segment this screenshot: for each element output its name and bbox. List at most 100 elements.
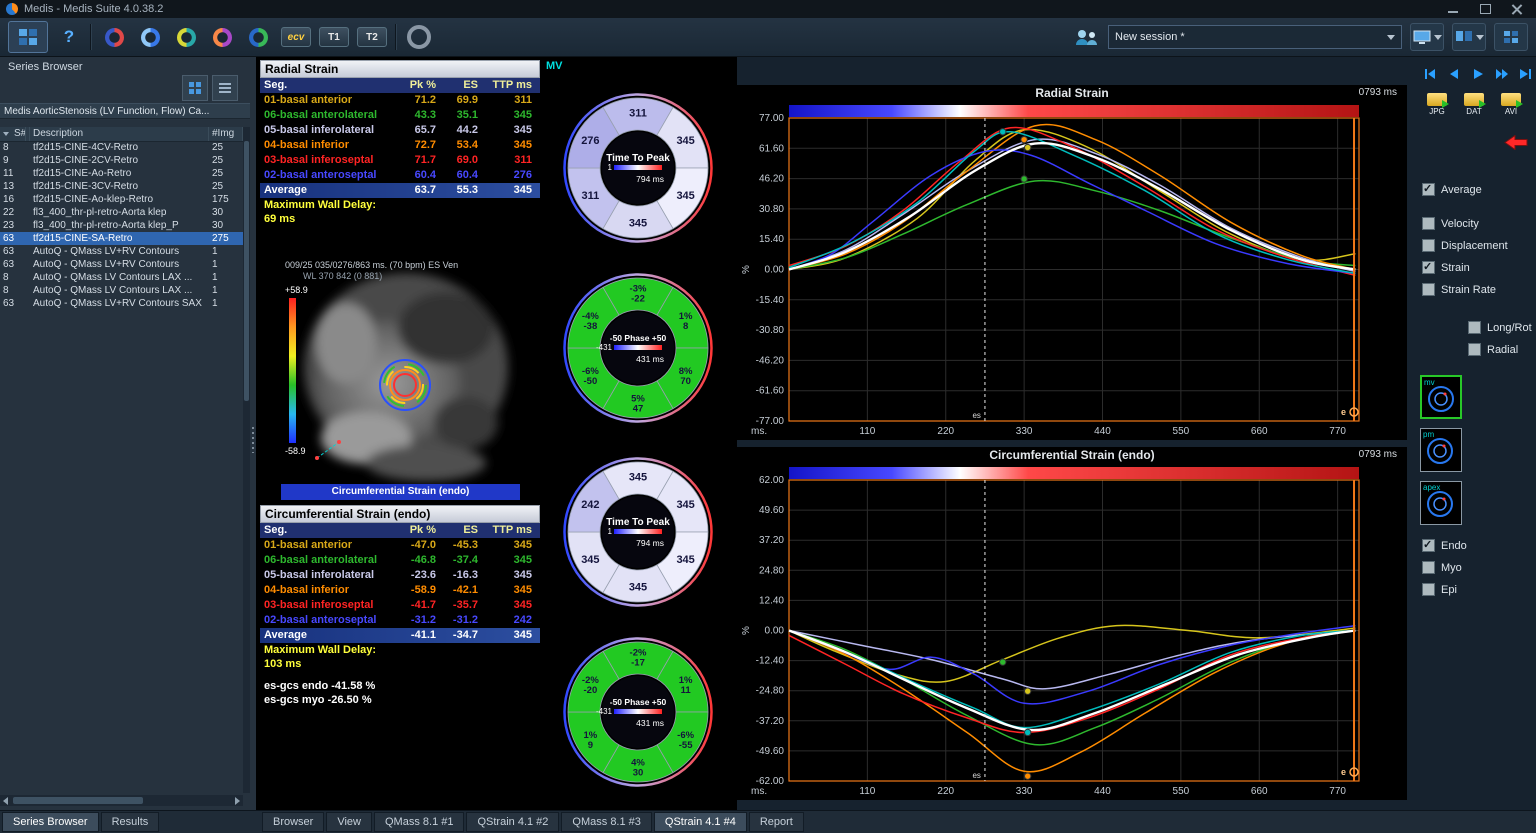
- column-img-count: #Img: [209, 127, 243, 141]
- series-row[interactable]: 11tf2d15-CINE-Ao-Retro25: [0, 167, 243, 180]
- series-row[interactable]: 16tf2d15-CINE-Ao-klep-Retro175: [0, 193, 243, 206]
- tab-qstrain-4-1-2[interactable]: QStrain 4.1 #2: [466, 812, 559, 832]
- checkbox-long-rot[interactable]: Long/Rot: [1468, 321, 1532, 334]
- app-icon-t2[interactable]: T2: [357, 27, 387, 47]
- tab-series-browser[interactable]: Series Browser: [2, 812, 99, 832]
- scrollbar-thumb[interactable]: [244, 141, 249, 401]
- strain-row: 03-basal inferoseptal-41.7-35.7345: [260, 598, 540, 613]
- series-row[interactable]: 63AutoQ - QMass LV+RV Contours1: [0, 258, 243, 271]
- series-row[interactable]: 63AutoQ - QMass LV+RV Contours SAX1: [0, 297, 243, 310]
- help-button[interactable]: ?: [56, 27, 82, 47]
- tab-report[interactable]: Report: [749, 812, 804, 832]
- checkbox-velocity[interactable]: Velocity: [1422, 217, 1508, 230]
- app-icon-5[interactable]: [243, 23, 273, 51]
- play-button[interactable]: [1468, 65, 1488, 83]
- app-icon-3[interactable]: [171, 23, 201, 51]
- chart-plot[interactable]: 62.0049.6037.2024.8012.400.00-12.40-24.8…: [737, 464, 1407, 799]
- checkbox-endo[interactable]: Endo: [1422, 539, 1467, 552]
- study-header[interactable]: Medis AorticStenosis (LV Function, Flow)…: [0, 103, 250, 119]
- strain-row: 04-basal inferior-58.9-42.1345: [260, 583, 540, 598]
- first-frame-button[interactable]: [1420, 65, 1440, 83]
- svg-text:794 ms: 794 ms: [636, 174, 664, 184]
- mri-viewport[interactable]: 009/25 035/0276/863 ms. (70 bpm) ES Ven …: [281, 258, 520, 500]
- thumbnail-view-button[interactable]: [182, 75, 208, 101]
- last-frame-button[interactable]: [1516, 65, 1536, 83]
- checkbox-myo[interactable]: Myo: [1422, 561, 1467, 574]
- series-row[interactable]: 22fl3_400_thr-pl-retro-Aorta klep30: [0, 206, 243, 219]
- scrollbar-track[interactable]: [11, 796, 232, 805]
- horizontal-scrollbar[interactable]: [0, 795, 243, 806]
- session-dropdown[interactable]: New session *: [1108, 25, 1402, 49]
- vertical-scrollbar[interactable]: [243, 127, 250, 793]
- checkbox-strain[interactable]: Strain: [1422, 261, 1508, 274]
- checkbox-radial[interactable]: Radial: [1468, 343, 1532, 356]
- level-thumbnail-apex[interactable]: apex: [1420, 481, 1462, 525]
- export-avi-button[interactable]: AVI: [1496, 93, 1526, 116]
- series-row[interactable]: 63AutoQ - QMass LV+RV Contours1: [0, 245, 243, 258]
- grid-icon: [1503, 30, 1519, 44]
- circumferential-strain-chart[interactable]: Circumferential Strain (endo) 0793 ms 62…: [737, 447, 1407, 800]
- session-users-icon[interactable]: [1074, 28, 1100, 46]
- series-row[interactable]: 8tf2d15-CINE-4CV-Retro25: [0, 141, 243, 154]
- tab-qmass-8-1-1[interactable]: QMass 8.1 #1: [374, 812, 464, 832]
- grid-layout-button[interactable]: [1494, 23, 1528, 51]
- radial-strain-chart[interactable]: Radial Strain 0793 ms 77.0061.6046.2030.…: [737, 85, 1407, 440]
- series-row[interactable]: 23fl3_400_thr-pl-retro-Aorta klep_P30: [0, 219, 243, 232]
- tab-results[interactable]: Results: [101, 812, 160, 832]
- svg-text:47: 47: [633, 404, 644, 415]
- svg-text:110: 110: [859, 426, 875, 437]
- tab-qstrain-4-1-4[interactable]: QStrain 4.1 #4: [654, 812, 747, 832]
- scroll-left-icon[interactable]: [3, 797, 8, 805]
- series-row[interactable]: 63tf2d15-CINE-SA-Retro275: [0, 232, 243, 245]
- series-row[interactable]: 8AutoQ - QMass LV Contours LAX ...1: [0, 284, 243, 297]
- next-frame-button[interactable]: [1492, 65, 1512, 83]
- checkbox-epi[interactable]: Epi: [1422, 583, 1467, 596]
- chart-plot[interactable]: 77.0061.6046.2030.8015.400.00-15.40-30.8…: [737, 102, 1407, 439]
- svg-text:431 ms: 431 ms: [636, 354, 664, 364]
- layout-manager-button[interactable]: [8, 21, 48, 53]
- checkbox-average[interactable]: Average: [1422, 183, 1482, 196]
- scrollbar-thumb[interactable]: [13, 797, 143, 804]
- list-view-button[interactable]: [212, 75, 238, 101]
- series-browser-panel: Series Browser Medis AorticStenosis (LV …: [0, 57, 250, 810]
- previous-frame-button[interactable]: [1444, 65, 1464, 83]
- app-swirl-icon: [141, 28, 160, 47]
- series-row[interactable]: 9tf2d15-CINE-2CV-Retro25: [0, 154, 243, 167]
- svg-text:12.40: 12.40: [759, 595, 784, 606]
- minimize-button[interactable]: [1446, 3, 1460, 15]
- app-icon-t1[interactable]: T1: [319, 27, 349, 47]
- maximize-button[interactable]: [1478, 3, 1492, 15]
- series-row[interactable]: 8AutoQ - QMass LV Contours LAX ...1: [0, 271, 243, 284]
- series-list: 8tf2d15-CINE-4CV-Retro259tf2d15-CINE-2CV…: [0, 141, 243, 310]
- back-arrow-button[interactable]: [1504, 135, 1528, 155]
- series-row[interactable]: 13tf2d15-CINE-3CV-Retro25: [0, 180, 243, 193]
- svg-text:9: 9: [588, 740, 593, 751]
- tab-view[interactable]: View: [326, 812, 372, 832]
- ttp-bullseye-circumferential: 345345345345345242Time To Peak1794 ms: [545, 446, 731, 618]
- app-icon-4[interactable]: [207, 23, 237, 51]
- checkbox-box: [1422, 283, 1435, 296]
- checkbox-strain-rate[interactable]: Strain Rate: [1422, 283, 1508, 296]
- app-icon-1[interactable]: [99, 23, 129, 51]
- level-thumbnail-pm[interactable]: pm: [1420, 428, 1462, 472]
- level-thumbnail-mv[interactable]: mv: [1420, 375, 1462, 419]
- checkbox-displacement[interactable]: Displacement: [1422, 239, 1508, 252]
- svg-text:345: 345: [629, 218, 647, 230]
- view-layout-button[interactable]: [1410, 23, 1444, 51]
- tab-qmass-8-1-3[interactable]: QMass 8.1 #3: [561, 812, 651, 832]
- checkbox-label: Displacement: [1441, 240, 1508, 252]
- close-button[interactable]: [1510, 3, 1524, 15]
- scale-min-label: -58.9: [285, 446, 306, 456]
- export-dat-button[interactable]: DAT: [1459, 93, 1489, 116]
- svg-text:311: 311: [581, 190, 599, 202]
- app-icon-2[interactable]: [135, 23, 165, 51]
- scroll-right-icon[interactable]: [235, 797, 240, 805]
- split-layout-button[interactable]: [1452, 23, 1486, 51]
- app-icon-ring[interactable]: [404, 23, 434, 51]
- chart-title: Radial Strain: [737, 85, 1407, 102]
- export-jpg-button[interactable]: JPG: [1422, 93, 1452, 116]
- tab-browser[interactable]: Browser: [262, 812, 324, 832]
- strain-table-header: Seg.Pk %ESTTP ms: [260, 523, 540, 538]
- series-table-header[interactable]: S# Description #Img: [0, 127, 243, 142]
- app-icon-ecv[interactable]: ecv: [281, 27, 311, 47]
